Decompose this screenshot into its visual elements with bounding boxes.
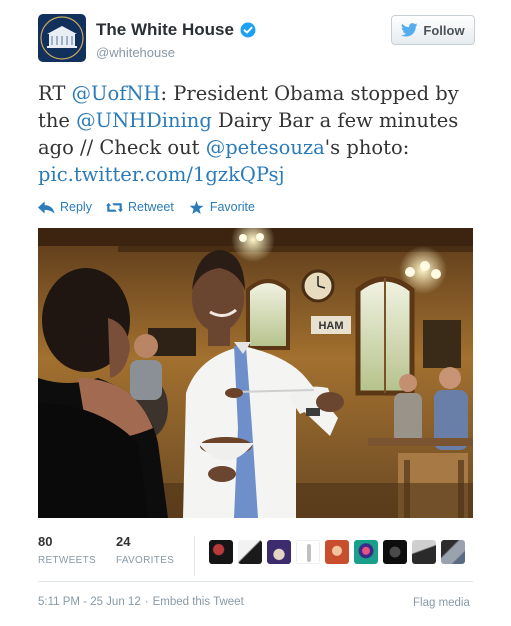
tweet-text: RT @UofNH: President Obama stopped by th… [38,80,478,188]
tweet-stats: 80 RETWEETS 24 FAVORITES [38,534,473,580]
favoriter-avatar[interactable] [441,540,466,564]
favorite-label: Favorite [209,200,255,214]
tweet-actions: Reply Retweet Favorite [38,200,255,214]
follow-button-label: Follow [423,22,465,38]
retweets-label: RETWEETS [38,555,96,566]
mention-link-unhdining[interactable]: @UNHDining [76,109,212,132]
reply-label: Reply [60,200,92,214]
favorites-label: FAVORITES [115,555,175,566]
favoriter-avatars [209,540,466,564]
follow-button[interactable]: Follow [391,15,475,45]
tweet-text-part: RT [38,82,72,105]
retweets-count: 80 [38,534,53,549]
embed-tweet-link[interactable]: Embed this Tweet [153,596,244,608]
tweet-footer: 5:11 PM - 25 Jun 12 · Embed this Tweet [38,596,244,608]
tweet-text-part: 's photo: [324,136,410,159]
mention-link-petesouza[interactable]: @petesouza [206,136,325,159]
sign-text: HAM [318,320,343,332]
dairy-bar-photo: HAM [38,228,473,518]
twitter-bird-icon [401,23,419,37]
favorites-stat[interactable]: 24 FAVORITES [116,534,174,566]
stats-divider [194,536,196,576]
flag-media-link[interactable]: Flag media [413,597,470,609]
tweet-photo[interactable]: HAM [38,228,473,518]
user-avatar[interactable] [38,14,86,62]
retweet-action[interactable]: Retweet [105,200,174,214]
retweet-icon [105,202,123,212]
user-handle[interactable]: @whitehouse [96,45,175,60]
favoriter-avatar[interactable] [296,540,321,564]
verified-badge-icon [240,22,256,38]
photo-link[interactable]: pic.twitter.com/1gzkQPsj [38,163,285,186]
favorites-count: 24 [115,534,131,549]
favorite-action[interactable]: Favorite [188,200,255,214]
retweets-stat[interactable]: 80 RETWEETS [38,534,96,566]
favoriter-avatar[interactable] [209,540,234,564]
reply-arrow-icon [38,200,55,214]
reply-action[interactable]: Reply [38,200,92,214]
favoriter-avatar[interactable] [412,540,437,564]
favoriter-avatar[interactable] [267,540,292,564]
star-icon [189,200,204,214]
embedded-tweet-card: The White House @whitehouse Follow RT @U… [0,0,511,626]
mention-link-uofnh[interactable]: @UofNH [72,82,161,105]
footer-divider [38,581,473,582]
favoriter-avatar[interactable] [238,540,263,564]
favoriter-avatar[interactable] [325,540,350,564]
user-name-text: The White House [96,20,234,39]
white-house-logo-icon [38,14,86,62]
favoriter-avatar[interactable] [354,540,379,564]
user-name[interactable]: The White House [96,20,256,40]
tweet-timestamp[interactable]: 5:11 PM - 25 Jun 12 [38,596,141,608]
favoriter-avatar[interactable] [383,540,408,564]
retweet-label: Retweet [127,200,174,214]
footer-separator: · [144,596,149,608]
